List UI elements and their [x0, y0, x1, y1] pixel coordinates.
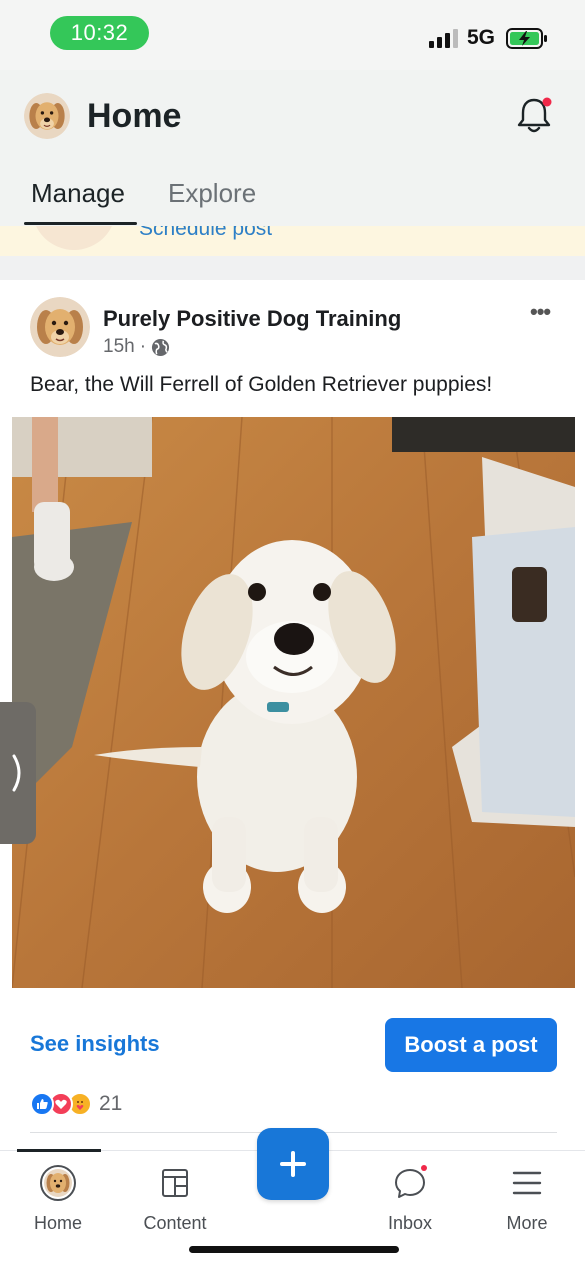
- chat-bubble-icon: [395, 1165, 427, 1198]
- profile-avatar[interactable]: [24, 93, 70, 139]
- schedule-post-link[interactable]: Schedule post: [139, 226, 272, 241]
- active-tab-indicator: [24, 222, 137, 225]
- create-post-button[interactable]: [257, 1128, 329, 1200]
- golden-retriever-avatar-icon: [30, 297, 90, 357]
- nav-item-home[interactable]: Home: [8, 1151, 108, 1241]
- post-card: Purely Positive Dog Training 15h · ••• B…: [12, 280, 575, 1150]
- schedule-post-strip: Schedule post: [0, 226, 585, 256]
- post-image[interactable]: [12, 417, 575, 988]
- schedule-avatar: [32, 226, 116, 250]
- hamburger-menu-icon: [512, 1171, 542, 1195]
- page-title: Home: [87, 97, 182, 135]
- post-meta: 15h ·: [103, 336, 170, 358]
- content-icon: [162, 1169, 188, 1197]
- see-insights-link[interactable]: See insights: [30, 1031, 160, 1057]
- post-author-avatar[interactable]: [30, 297, 90, 357]
- status-bar: 10:32 5G: [0, 0, 585, 70]
- chevron-right-icon: [12, 754, 21, 792]
- profile-avatar-icon: [40, 1165, 76, 1201]
- notification-dot: [542, 97, 552, 107]
- globe-icon: [151, 338, 170, 356]
- nav-item-inbox[interactable]: Inbox: [360, 1151, 460, 1241]
- golden-retriever-puppy-photo: [12, 417, 575, 988]
- nav-item-more[interactable]: More: [477, 1151, 577, 1241]
- nav-label-home: Home: [33, 1213, 82, 1233]
- home-indicator[interactable]: [189, 1246, 399, 1253]
- header: Home Manage Explore: [0, 70, 585, 226]
- status-time: 10:32: [50, 16, 149, 50]
- nav-label-inbox: Inbox: [387, 1213, 433, 1233]
- post-author-name[interactable]: Purely Positive Dog Training: [103, 306, 401, 332]
- side-panel-handle[interactable]: [0, 702, 36, 844]
- post-time: 15h: [103, 336, 135, 357]
- tab-explore[interactable]: Explore: [168, 178, 256, 209]
- feed-divider: [0, 256, 585, 280]
- meta-separator: ·: [139, 336, 147, 357]
- reactions-summary[interactable]: 21: [30, 1092, 122, 1116]
- nav-label-content: Content: [143, 1213, 207, 1233]
- nav-item-content[interactable]: Content: [125, 1151, 225, 1241]
- tab-manage[interactable]: Manage: [31, 178, 125, 209]
- nav-label-more: More: [506, 1213, 548, 1233]
- bell-icon[interactable]: [513, 94, 555, 136]
- plus-icon: [280, 1151, 306, 1177]
- like-icon: [30, 1092, 54, 1116]
- reaction-count: 21: [99, 1092, 123, 1115]
- more-dots-icon[interactable]: •••: [530, 300, 560, 324]
- inbox-notification-dot: [421, 1165, 427, 1171]
- boost-post-button[interactable]: Boost a post: [385, 1018, 557, 1072]
- cellular-signal-icon: [429, 29, 458, 48]
- golden-retriever-avatar-icon: [24, 93, 70, 139]
- network-type: 5G: [467, 26, 496, 49]
- post-text: Bear, the Will Ferrell of Golden Retriev…: [30, 373, 493, 396]
- battery-charging-icon: [506, 28, 547, 49]
